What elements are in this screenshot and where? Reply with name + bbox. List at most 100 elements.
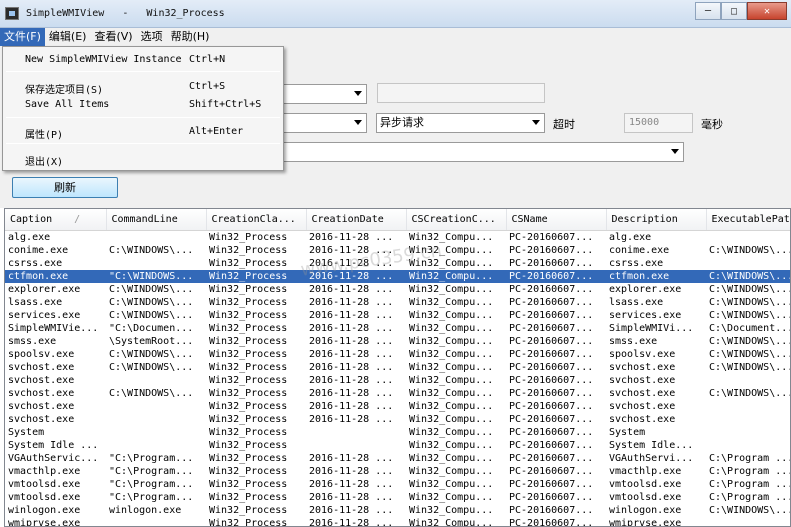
table-row[interactable]: explorer.exe C:\WINDOWS\... Win32_Process 2… — [5, 283, 790, 296]
column-header-label: Description — [611, 213, 678, 225]
close-button[interactable]: ✕ — [747, 2, 787, 20]
menu-help[interactable]: 帮助(H) — [167, 28, 214, 46]
table-cell: Win32_Compu... — [409, 504, 494, 516]
column-header[interactable]: CreationCla... — [206, 209, 307, 231]
table-cell: \SystemRoot... — [109, 335, 194, 347]
table-cell: 2016-11-28 ... — [309, 465, 394, 477]
column-header[interactable]: Caption / — [5, 209, 107, 231]
table-cell — [106, 426, 206, 439]
table-cell: 2016-11-28 ... — [309, 374, 394, 386]
table-cell — [706, 257, 790, 270]
table-row[interactable]: VGAuthServic... "C:\Program... Win32_Proce… — [5, 452, 790, 465]
column-header[interactable]: CSName — [506, 209, 607, 231]
table-cell: svchost.exe — [8, 387, 75, 399]
table-cell: C:\WINDOWS\... — [109, 387, 194, 399]
table-row[interactable]: svchost.exe Win32_Process 2016-11-28 ... Wi… — [5, 400, 790, 413]
table-row[interactable]: svchost.exe C:\WINDOWS\... Win32_Process 20… — [5, 361, 790, 374]
table-cell — [306, 426, 406, 439]
table-cell: vmtoolsd.exe — [609, 478, 682, 490]
table-row[interactable]: svchost.exe Win32_Process 2016-11-28 ... Wi… — [5, 374, 790, 387]
table-cell: vmtoolsd.exe — [8, 491, 81, 503]
refresh-button[interactable]: 刷新 — [12, 177, 118, 198]
table-cell — [106, 439, 206, 452]
table-row[interactable]: smss.exe \SystemRoot... Win32_Process 2016-… — [5, 335, 790, 348]
table-row[interactable]: wmiprvse.exe Win32_Process 2016-11-28 ... W… — [5, 517, 790, 527]
table-cell: PC-20160607... — [509, 348, 594, 360]
table-row[interactable]: svchost.exe C:\WINDOWS\... Win32_Process 20… — [5, 387, 790, 400]
table-cell: C:\Program ... — [709, 478, 791, 490]
menu-item-label: New SimpleWMIView Instance — [25, 54, 182, 65]
table-cell: svchost.exe — [609, 387, 676, 399]
menu-file[interactable]: 文件(F) — [0, 28, 45, 46]
table-row[interactable]: winlogon.exe winlogon.exe Win32_Process 201… — [5, 504, 790, 517]
table-cell: vmacthlp.exe — [8, 465, 81, 477]
table-row[interactable]: System Idle ... Win32_Process Win32_Compu.… — [5, 439, 790, 452]
menu-item-properties[interactable]: 属性(P) Alt+Enter — [4, 121, 282, 141]
table-row[interactable]: vmtoolsd.exe "C:\Program... Win32_Process 2… — [5, 491, 790, 504]
table-cell: Win32_Compu... — [409, 426, 494, 438]
menu-item-save-selected[interactable]: 保存选定项目(S) Ctrl+S — [4, 76, 282, 96]
minimize-button[interactable]: ─ — [695, 2, 721, 20]
column-header[interactable]: Description — [606, 209, 707, 231]
table-row[interactable]: lsass.exe C:\WINDOWS\... Win32_Process 2016… — [5, 296, 790, 309]
table-cell: Win32_Process — [209, 478, 288, 490]
table-cell: System Idle... — [609, 439, 694, 451]
column-header[interactable]: CreationDate — [306, 209, 407, 231]
table-cell: PC-20160607... — [509, 322, 594, 334]
table-cell: 2016-11-28 ... — [309, 504, 394, 516]
table-row[interactable]: svchost.exe Win32_Process 2016-11-28 ... Wi… — [5, 413, 790, 426]
table-cell: Win32_Compu... — [409, 439, 494, 451]
table-cell: wmiprvse.exe — [8, 517, 81, 527]
table-cell: Win32_Compu... — [409, 400, 494, 412]
table-cell: Win32_Process — [209, 517, 288, 527]
table-cell: 2016-11-28 ... — [309, 517, 394, 527]
request-mode-combo[interactable]: 异步请求 — [376, 113, 545, 133]
menu-view[interactable]: 查看(V) — [90, 28, 136, 46]
table-row[interactable]: alg.exe Win32_Process 2016-11-28 ... Win32_… — [5, 230, 790, 244]
column-header[interactable]: CSCreationC... — [406, 209, 507, 231]
table-row[interactable]: SimpleWMIVie... "C:\Documen... Win32_Proce… — [5, 322, 791, 335]
maximize-button[interactable]: □ — [721, 2, 747, 20]
table-cell: Win32_Process — [209, 348, 288, 360]
table-cell: PC-20160607... — [509, 491, 594, 503]
process-table[interactable]: Caption / CommandLine CreationCla... Creatio… — [4, 208, 791, 527]
table-cell: C:\Program ... — [709, 465, 791, 477]
table-cell: C:\Document... — [709, 322, 791, 334]
table-row[interactable]: spoolsv.exe C:\WINDOWS\... Win32_Process 20… — [5, 348, 791, 361]
table-cell: PC-20160607... — [506, 269, 606, 283]
table-row[interactable]: vmtoolsd.exe "C:\Program... Win32_Process 2… — [5, 478, 791, 491]
menu-item-new-instance[interactable]: New SimpleWMIView Instance Ctrl+N — [4, 49, 282, 69]
table-row[interactable]: csrss.exe Win32_Process 2016-11-28 ... Win3… — [5, 257, 790, 270]
table-row[interactable]: ctfmon.exe "C:\WINDOWS... Win32_Process 201… — [5, 269, 790, 283]
timeout-input[interactable]: 15000 — [624, 113, 693, 133]
menu-item-label: Save All Items — [25, 99, 110, 110]
column-header-label: CommandLine — [111, 213, 178, 225]
chevron-down-icon — [354, 91, 362, 96]
table-cell: C:\WINDOWS\... — [709, 348, 791, 360]
menu-edit[interactable]: 编辑(E) — [45, 28, 91, 46]
table-cell: Win32_Process — [209, 387, 288, 399]
column-header[interactable]: ExecutablePat — [706, 209, 790, 231]
table-cell: Win32_Process — [209, 322, 288, 334]
table-row[interactable]: vmacthlp.exe "C:\Program... Win32_Process 2… — [5, 465, 791, 478]
table-cell: Win32_Compu... — [409, 257, 494, 269]
table-cell: spoolsv.exe — [8, 348, 75, 360]
menu-item-save-all[interactable]: Save All Items Shift+Ctrl+S — [4, 94, 282, 114]
table-cell: svchost.exe — [609, 400, 676, 412]
menu-item-exit[interactable]: 退出(X) — [4, 148, 282, 168]
table-cell — [106, 257, 206, 270]
window-controls: ─ □ ✕ — [695, 2, 787, 20]
table-cell: 2016-11-28 ... — [309, 231, 394, 243]
table-cell: Win32_Process — [209, 361, 288, 373]
table-cell: Win32_Compu... — [406, 269, 506, 283]
table-row[interactable]: System Win32_Process Win32_Compu... PC-2016… — [5, 426, 790, 439]
column-header[interactable]: CommandLine — [106, 209, 207, 231]
table-cell: explorer.exe — [609, 283, 682, 295]
table-row[interactable]: conime.exe C:\WINDOWS\... Win32_Process 201… — [5, 244, 790, 257]
table-row[interactable]: services.exe C:\WINDOWS\... Win32_Process 2… — [5, 309, 790, 322]
sort-arrow-icon: / — [74, 213, 81, 225]
menu-options[interactable]: 选项 — [137, 28, 167, 46]
table-cell: 2016-11-28 ... — [309, 257, 394, 269]
title-bar: SimpleWMIView - Win32_Process ─ □ ✕ — [0, 0, 791, 28]
table-cell: Win32_Process — [209, 283, 288, 295]
